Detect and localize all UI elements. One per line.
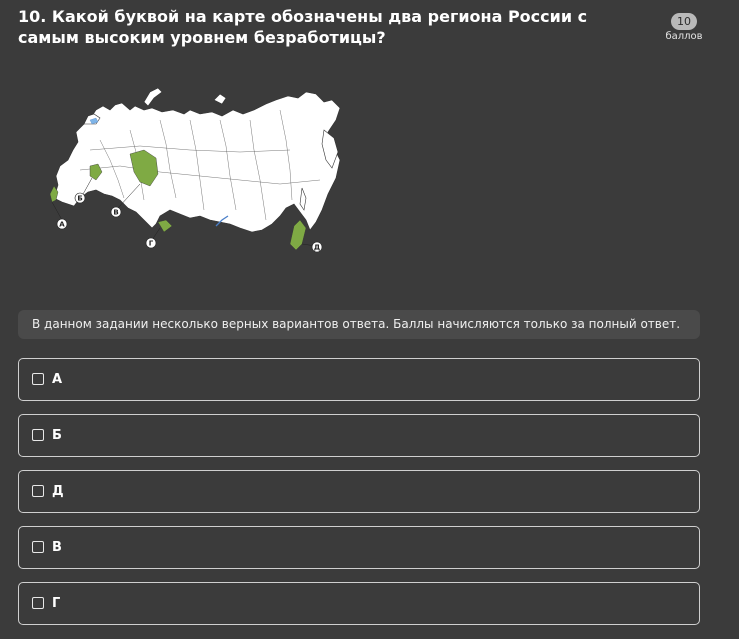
map-region-d <box>289 219 307 251</box>
points-badge: 10 <box>671 13 697 30</box>
map-landmass <box>53 91 341 233</box>
question-title: 10. Какой буквой на карте обозначены два… <box>18 7 588 47</box>
checkbox-icon[interactable] <box>32 597 44 609</box>
checkbox-icon[interactable] <box>32 429 44 441</box>
checkbox-icon[interactable] <box>32 541 44 553</box>
option-label: В <box>52 540 62 555</box>
map-novaya-zemlya <box>143 87 163 107</box>
answer-option-v[interactable]: В <box>18 526 700 569</box>
answer-option-d[interactable]: Д <box>18 470 700 513</box>
russia-map-image: А Б В Г Д <box>49 87 341 253</box>
option-label: Д <box>52 484 64 499</box>
map-label-d: Д <box>314 244 320 252</box>
answer-hint: В данном задании несколько верных вариан… <box>18 310 700 339</box>
points-label: баллов <box>665 31 703 42</box>
map-label-g: Г <box>149 240 154 248</box>
answer-option-a[interactable]: А <box>18 358 700 401</box>
points-indicator: 10 баллов <box>662 10 706 42</box>
map-severnaya-zemlya <box>213 93 227 105</box>
map-label-a: А <box>59 221 65 229</box>
quiz-page: 10. Какой буквой на карте обозначены два… <box>0 0 739 639</box>
option-label: А <box>52 372 63 387</box>
answer-option-b[interactable]: Б <box>18 414 700 457</box>
answer-option-g[interactable]: Г <box>18 582 700 625</box>
option-label: Г <box>52 596 61 611</box>
map-region-g <box>157 219 173 233</box>
option-label: Б <box>52 428 62 443</box>
russia-map: А Б В Г Д <box>40 80 350 260</box>
checkbox-icon[interactable] <box>32 373 44 385</box>
checkbox-icon[interactable] <box>32 485 44 497</box>
map-label-v: В <box>113 209 118 217</box>
map-label-b: Б <box>77 195 82 203</box>
